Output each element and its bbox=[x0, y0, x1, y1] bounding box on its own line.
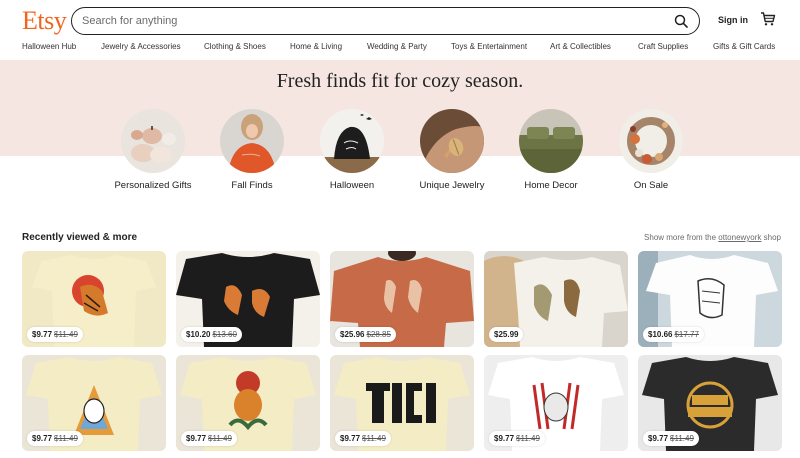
category-link[interactable]: Jewelry & Accessories bbox=[101, 42, 181, 51]
category-label[interactable]: Halloween bbox=[307, 180, 397, 191]
price-tag: $9.77 $11.49 bbox=[335, 431, 391, 446]
category-circle-halloween[interactable] bbox=[320, 109, 384, 173]
shop-link[interactable]: ottonewyork bbox=[718, 233, 761, 242]
category-link[interactable]: Toys & Entertainment bbox=[451, 42, 527, 51]
product-card[interactable]: $9.77 $11.49 bbox=[22, 251, 166, 347]
category-label[interactable]: Fall Finds bbox=[207, 180, 297, 191]
cart-icon[interactable] bbox=[760, 11, 776, 27]
price-tag: $25.96 $28.85 bbox=[335, 327, 396, 342]
search-icon bbox=[674, 14, 688, 28]
original-price: $11.49 bbox=[670, 434, 694, 443]
price-tag: $9.77 $11.49 bbox=[643, 431, 699, 446]
product-card[interactable]: $9.77 $11.49 bbox=[22, 355, 166, 451]
sale-price: $9.77 bbox=[186, 434, 207, 443]
category-label[interactable]: Unique Jewelry bbox=[407, 180, 497, 191]
original-price: $11.49 bbox=[54, 330, 78, 339]
show-more-text: Show more from the ottonewyork shop bbox=[644, 233, 781, 242]
product-card[interactable]: $10.66 $17.77 bbox=[638, 251, 782, 347]
sale-price: $9.77 bbox=[32, 330, 53, 339]
section-title: Recently viewed & more bbox=[22, 232, 138, 243]
sale-price: $10.20 bbox=[186, 330, 211, 339]
sale-price: $9.77 bbox=[340, 434, 361, 443]
category-label[interactable]: Personalized Gifts bbox=[108, 180, 198, 191]
site-header: Etsy Sign in bbox=[0, 0, 800, 40]
show-more-suffix: shop bbox=[761, 233, 781, 242]
category-nav: Halloween Hub Jewelry & Accessories Clot… bbox=[0, 42, 800, 58]
category-link[interactable]: Art & Collectibles bbox=[550, 42, 611, 51]
etsy-logo[interactable]: Etsy bbox=[22, 6, 67, 36]
original-price: $28.85 bbox=[366, 330, 391, 339]
category-circle-unique-jewelry[interactable] bbox=[420, 109, 484, 173]
category-circle-home-decor[interactable] bbox=[519, 109, 583, 173]
category-link[interactable]: Gifts & Gift Cards bbox=[713, 42, 775, 51]
sale-price: $10.66 bbox=[648, 330, 673, 339]
sale-price: $9.77 bbox=[32, 434, 53, 443]
price-tag: $9.77 $11.49 bbox=[181, 431, 237, 446]
home-decor-image bbox=[519, 109, 583, 173]
original-price: $11.49 bbox=[208, 434, 232, 443]
halloween-image bbox=[320, 109, 384, 173]
original-price: $17.77 bbox=[674, 330, 699, 339]
wreath-image bbox=[619, 109, 683, 173]
product-card[interactable]: $9.77 $11.49 bbox=[638, 355, 782, 451]
category-circle-on-sale[interactable] bbox=[619, 109, 683, 173]
product-card[interactable]: $9.77 $11.49 bbox=[330, 355, 474, 451]
search-input[interactable] bbox=[82, 8, 642, 33]
category-label[interactable]: Home Decor bbox=[506, 180, 596, 191]
category-link[interactable]: Clothing & Shoes bbox=[204, 42, 266, 51]
sale-price: $25.96 bbox=[340, 330, 365, 339]
price-tag: $9.77 $11.49 bbox=[27, 327, 83, 342]
product-card[interactable]: $25.96 $28.85 bbox=[330, 251, 474, 347]
price-tag: $10.20 $13.60 bbox=[181, 327, 242, 342]
sign-in-link[interactable]: Sign in bbox=[718, 15, 748, 25]
show-more-prefix: Show more from the bbox=[644, 233, 719, 242]
category-link[interactable]: Home & Living bbox=[290, 42, 342, 51]
category-link[interactable]: Wedding & Party bbox=[367, 42, 427, 51]
category-label[interactable]: On Sale bbox=[606, 180, 696, 191]
price-tag: $25.99 bbox=[489, 327, 524, 342]
price-tag: $9.77 $11.49 bbox=[27, 431, 83, 446]
price-tag: $10.66 $17.77 bbox=[643, 327, 704, 342]
product-card[interactable]: $10.20 $13.60 bbox=[176, 251, 320, 347]
jewelry-image bbox=[420, 109, 484, 173]
original-price: $11.49 bbox=[362, 434, 386, 443]
product-card[interactable]: $25.99 bbox=[484, 251, 628, 347]
category-circle-personalized-gifts[interactable] bbox=[121, 109, 185, 173]
product-card[interactable]: $9.77 $11.49 bbox=[176, 355, 320, 451]
original-price: $11.49 bbox=[54, 434, 78, 443]
sale-price: $9.77 bbox=[648, 434, 669, 443]
sale-price: $9.77 bbox=[494, 434, 515, 443]
category-link[interactable]: Craft Supplies bbox=[638, 42, 688, 51]
hero-title: Fresh finds fit for cozy season. bbox=[276, 70, 524, 92]
sale-price: $25.99 bbox=[494, 330, 519, 339]
original-price: $11.49 bbox=[516, 434, 540, 443]
category-circle-fall-finds[interactable] bbox=[220, 109, 284, 173]
search-bar[interactable] bbox=[71, 7, 700, 35]
pumpkins-image bbox=[121, 109, 185, 173]
product-card[interactable]: $9.77 $11.49 bbox=[484, 355, 628, 451]
original-price: $13.60 bbox=[212, 330, 237, 339]
category-link[interactable]: Halloween Hub bbox=[22, 42, 76, 51]
price-tag: $9.77 $11.49 bbox=[489, 431, 545, 446]
search-button[interactable] bbox=[671, 11, 691, 31]
sweater-image bbox=[220, 109, 284, 173]
